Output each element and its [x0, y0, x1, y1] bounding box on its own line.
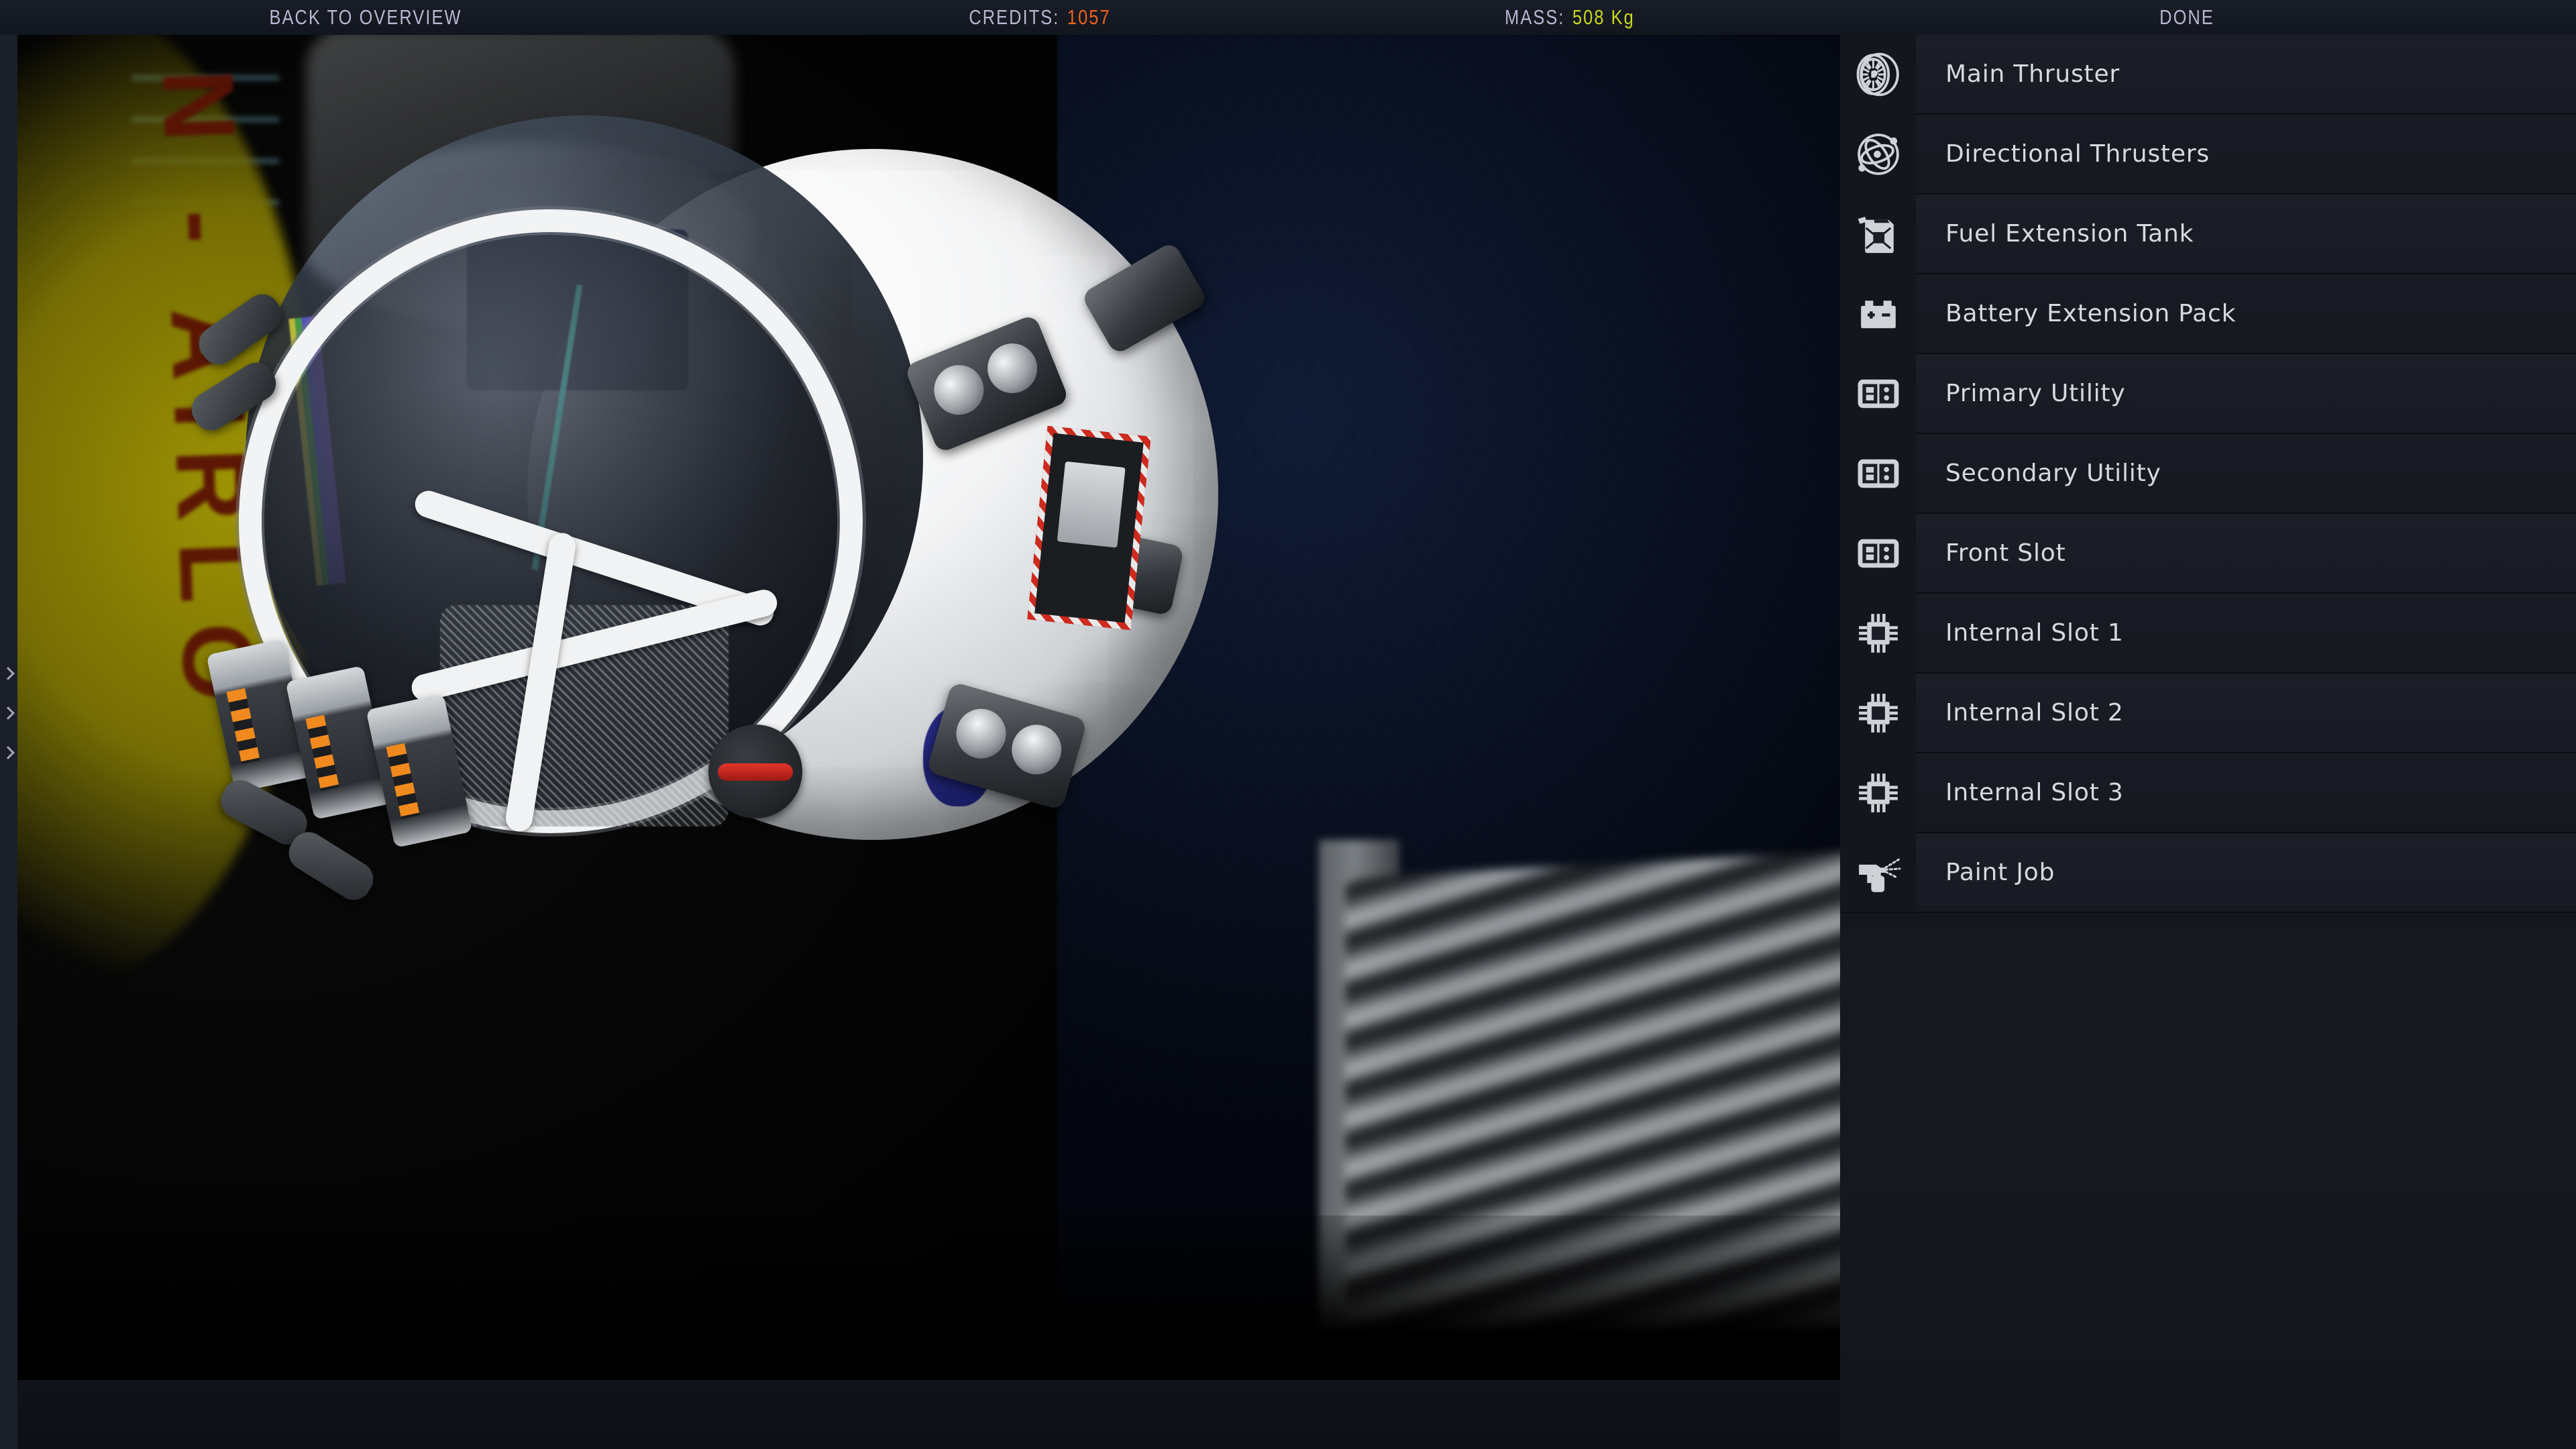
menu-row[interactable]: Primary Utility [1840, 354, 2576, 434]
top-bar: BACK TO OVERVIEW CREDITS: 1057 MASS: 508… [0, 0, 2576, 35]
menu-icon-cell [1840, 34, 1916, 114]
chip-icon [1853, 688, 1904, 739]
menu-item-label: Paint Job [1945, 859, 2055, 886]
chip-icon [1853, 608, 1904, 659]
menu-icon-cell [1840, 593, 1916, 673]
menu-item-label: Internal Slot 1 [1945, 619, 2124, 647]
module-slot-panel: Main Thruster Directional Thrusters Fuel E… [1840, 35, 2576, 1449]
chip-icon [1853, 767, 1904, 818]
battery-icon [1853, 288, 1904, 339]
menu-icon-cell [1840, 673, 1916, 753]
menu-item-label: Battery Extension Pack [1945, 300, 2236, 327]
module-slot-list: Main Thruster Directional Thrusters Fuel E… [1840, 35, 2576, 913]
menu-icon-cell [1840, 354, 1916, 433]
spray-gun-icon [1853, 847, 1904, 898]
done-button[interactable]: DONE [2005, 0, 2368, 35]
menu-row[interactable]: Battery Extension Pack [1840, 274, 2576, 354]
utility-slot-icon [1853, 528, 1904, 579]
hatch-lock-lever [708, 724, 802, 818]
maneuver-thruster [282, 826, 380, 907]
menu-icon-cell [1840, 274, 1916, 354]
utility-slot-icon [1853, 448, 1904, 499]
menu-item-label: Front Slot [1945, 539, 2066, 567]
menu-row[interactable]: Secondary Utility [1840, 434, 2576, 514]
game-customization-screen: BACK TO OVERVIEW CREDITS: 1057 MASS: 508… [0, 0, 2576, 1449]
utility-slot-icon [1853, 368, 1904, 419]
menu-row[interactable]: Directional Thrusters [1840, 115, 2576, 195]
menu-row[interactable]: Internal Slot 2 [1840, 674, 2576, 753]
thruster-lens [926, 358, 991, 422]
back-to-overview-label: BACK TO OVERVIEW [269, 5, 462, 30]
thruster-lens [980, 336, 1044, 400]
turbine-icon [1853, 49, 1904, 100]
menu-item-label: Internal Slot 3 [1945, 779, 2124, 806]
menu-item-label: Main Thruster [1945, 60, 2120, 88]
menu-row[interactable]: Main Thruster [1840, 35, 2576, 115]
spacecraft-pod[interactable] [239, 115, 1252, 1102]
menu-icon-cell [1840, 114, 1916, 194]
chevron-right-icon [0, 704, 17, 725]
menu-item-label: Directional Thrusters [1945, 140, 2210, 168]
menu-item-label: Internal Slot 2 [1945, 699, 2124, 727]
bottom-letterbox [0, 1380, 1840, 1449]
credits-value: 1057 [1067, 5, 1111, 30]
jerrycan-icon [1853, 209, 1904, 260]
panel-empty-area [1840, 928, 2576, 1449]
mass-value: 508 Kg [1572, 5, 1635, 30]
credits-label: CREDITS: [969, 5, 1059, 30]
credits-readout: CREDITS: 1057 [864, 0, 1216, 35]
menu-icon-cell [1840, 433, 1916, 513]
thruster-lens [951, 703, 1012, 765]
chevron-right-icon [0, 743, 17, 765]
menu-icon-cell [1840, 833, 1916, 912]
menu-item-label: Primary Utility [1945, 380, 2125, 407]
mass-label: MASS: [1505, 5, 1564, 30]
menu-row[interactable]: Internal Slot 3 [1840, 753, 2576, 833]
chevron-right-icon [0, 664, 17, 686]
hazard-striped-panel [1027, 426, 1150, 631]
done-label: DONE [2159, 5, 2214, 30]
craft-3d-viewport[interactable]: N - AIRLO [17, 35, 1840, 1380]
mass-readout: MASS: 508 Kg [1394, 0, 1746, 35]
scene-floor-shadow [17, 1216, 1840, 1380]
menu-icon-cell [1840, 753, 1916, 833]
atom-orbit-icon [1853, 129, 1904, 180]
menu-row[interactable]: Internal Slot 1 [1840, 594, 2576, 674]
menu-row[interactable]: Fuel Extension Tank [1840, 195, 2576, 274]
menu-icon-cell [1840, 194, 1916, 274]
menu-icon-cell [1840, 513, 1916, 593]
thruster-lens [1006, 719, 1067, 781]
back-to-overview-button[interactable]: BACK TO OVERVIEW [193, 0, 539, 35]
menu-row[interactable]: Front Slot [1840, 514, 2576, 594]
menu-item-label: Fuel Extension Tank [1945, 220, 2194, 248]
menu-item-label: Secondary Utility [1945, 460, 2161, 487]
rotate-left-handle[interactable] [0, 664, 17, 765]
menu-row[interactable]: Paint Job [1840, 833, 2576, 913]
